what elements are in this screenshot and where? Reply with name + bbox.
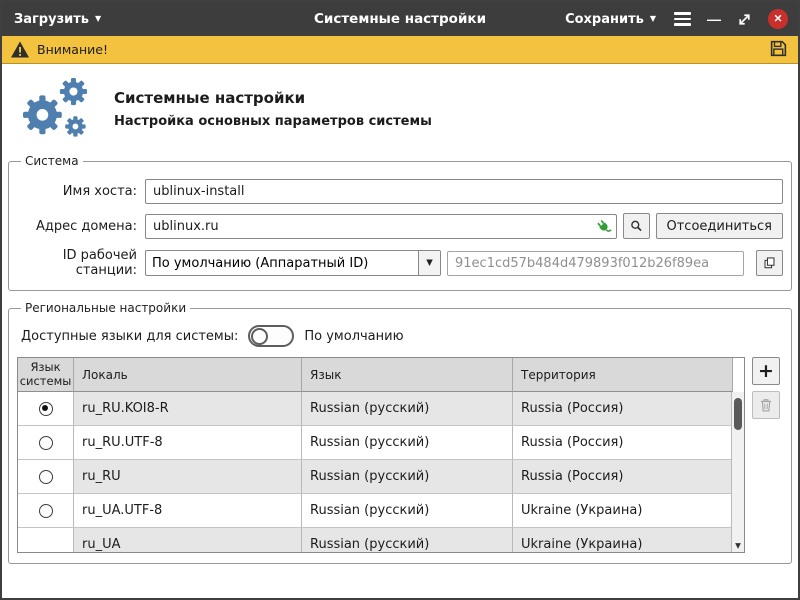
hostname-label: Имя хоста: — [17, 184, 137, 199]
table-cell-territory[interactable]: Russia (Россия) — [513, 460, 733, 494]
locale-table: Язык системы Локаль Язык Территория ru_R… — [17, 357, 745, 553]
toggle-knob — [251, 328, 268, 345]
trash-icon — [759, 397, 773, 413]
quick-save-button[interactable] — [767, 39, 790, 61]
table-side-buttons: + — [752, 357, 780, 419]
domain-search-button[interactable] — [623, 213, 650, 239]
expand-icon — [737, 12, 752, 27]
close-icon: ✕ — [774, 14, 783, 25]
gears-icon — [12, 76, 100, 142]
table-cell-language[interactable]: Russian (русский) — [302, 528, 513, 553]
load-menu-label: Загрузить — [14, 12, 89, 27]
save-menu-button[interactable]: Сохранить ▼ — [563, 8, 658, 31]
warning-text: Внимание! — [37, 42, 108, 57]
table-cell-territory[interactable]: Russia (Россия) — [513, 426, 733, 460]
connected-plug-icon — [595, 218, 612, 235]
hostname-input[interactable] — [145, 179, 783, 204]
table-cell-language[interactable]: Russian (русский) — [302, 494, 513, 528]
table-cell-select[interactable] — [18, 494, 74, 528]
page-subtitle: Настройка основных параметров системы — [114, 114, 432, 129]
warning-bar: Внимание! — [2, 36, 798, 64]
hostname-row: Имя хоста: — [17, 179, 783, 204]
station-id-row: ID рабочей станции: По умолчанию (Аппара… — [17, 248, 783, 278]
system-section-legend: Система — [21, 154, 83, 168]
titlebar-controls: Сохранить ▼ — ✕ — [563, 8, 788, 31]
station-id-selected-option: По умолчанию (Аппаратный ID) — [146, 256, 418, 271]
locale-radio[interactable] — [39, 402, 53, 416]
column-header-language: Язык — [302, 358, 513, 392]
locale-radio[interactable] — [39, 470, 53, 484]
locale-table-zone: Язык системы Локаль Язык Территория ru_R… — [17, 357, 783, 553]
column-header-locale: Локаль — [74, 358, 302, 392]
table-cell-locale[interactable]: ru_RU.UTF-8 — [74, 426, 302, 460]
load-menu-button[interactable]: Загрузить ▼ — [12, 8, 103, 31]
hamburger-icon — [674, 12, 691, 26]
regional-section-legend: Региональные настройки — [21, 301, 190, 315]
station-id-select[interactable]: По умолчанию (Аппаратный ID) ▼ — [145, 250, 441, 276]
default-language-toggle[interactable] — [248, 325, 294, 347]
scrollbar-down-arrow[interactable]: ▼ — [732, 539, 744, 552]
page-title: Системные настройки — [114, 89, 432, 107]
save-icon — [769, 39, 788, 58]
table-cell-territory[interactable]: Ukraine (Украина) — [513, 494, 733, 528]
app-window: Загрузить ▼ Системные настройки Сохранит… — [0, 0, 800, 600]
disconnect-button[interactable]: Отсоединиться — [656, 213, 784, 239]
chevron-down-icon: ▼ — [95, 15, 101, 23]
minimize-icon: — — [707, 12, 721, 26]
page-header: Системные настройки Настройка основных п… — [12, 76, 792, 142]
domain-input-wrap — [145, 214, 617, 239]
languages-label: Доступные языки для системы: — [21, 329, 238, 344]
table-cell-locale[interactable]: ru_RU.KOI8-R — [74, 392, 302, 426]
close-button[interactable]: ✕ — [768, 9, 788, 29]
copy-id-button[interactable] — [756, 250, 783, 276]
table-cell-select[interactable] — [18, 392, 74, 426]
locale-radio[interactable] — [39, 504, 53, 518]
table-cell-language[interactable]: Russian (русский) — [302, 426, 513, 460]
station-id-value — [447, 251, 744, 276]
column-header-system-language: Язык системы — [18, 358, 74, 392]
table-cell-territory[interactable]: Russia (Россия) — [513, 392, 733, 426]
domain-input[interactable] — [145, 214, 617, 239]
search-icon — [630, 218, 643, 234]
table-cell-select[interactable] — [18, 528, 74, 553]
scrollbar-thumb[interactable] — [734, 398, 742, 430]
minimize-button[interactable]: — — [707, 12, 721, 26]
table-cell-select[interactable] — [18, 460, 74, 494]
maximize-button[interactable] — [737, 12, 752, 27]
table-cell-select[interactable] — [18, 426, 74, 460]
table-cell-locale[interactable]: ru_UA.UTF-8 — [74, 494, 302, 528]
table-cell-territory[interactable]: Ukraine (Украина) — [513, 528, 733, 553]
delete-locale-button[interactable] — [752, 391, 780, 419]
table-cell-language[interactable]: Russian (русский) — [302, 460, 513, 494]
system-section: Система Имя хоста: Адрес домена: — [8, 154, 792, 291]
save-menu-label: Сохранить — [565, 12, 644, 27]
toggle-caption: По умолчанию — [304, 329, 403, 344]
content-area: Системные настройки Настройка основных п… — [2, 64, 798, 598]
page-header-text: Системные настройки Настройка основных п… — [114, 89, 432, 129]
menu-button[interactable] — [674, 12, 691, 26]
column-header-territory: Территория — [513, 358, 733, 392]
station-id-label: ID рабочей станции: — [17, 248, 137, 278]
chevron-down-icon: ▼ — [650, 15, 656, 23]
add-locale-button[interactable]: + — [752, 357, 780, 385]
languages-toggle-row: Доступные языки для системы: По умолчани… — [21, 325, 783, 347]
titlebar: Загрузить ▼ Системные настройки Сохранит… — [2, 2, 798, 36]
copy-icon — [763, 255, 776, 271]
regional-section: Региональные настройки Доступные языки д… — [8, 301, 792, 564]
table-cell-language[interactable]: Russian (русский) — [302, 392, 513, 426]
domain-row: Адрес домена: — [17, 213, 783, 239]
locale-radio[interactable] — [39, 436, 53, 450]
chevron-down-icon: ▼ — [418, 251, 440, 275]
vertical-scrollbar[interactable]: ▼ — [731, 392, 744, 552]
warning-icon — [10, 40, 30, 59]
table-cell-locale[interactable]: ru_UA — [74, 528, 302, 553]
domain-label: Адрес домена: — [17, 219, 137, 234]
table-cell-locale[interactable]: ru_RU — [74, 460, 302, 494]
